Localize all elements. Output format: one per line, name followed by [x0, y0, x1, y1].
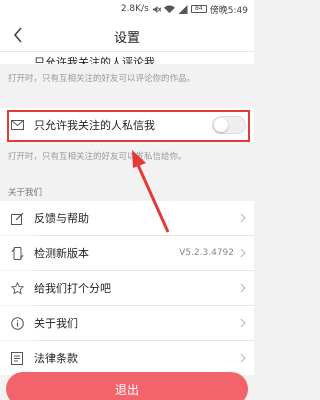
- refresh-phone-icon: [10, 246, 24, 260]
- menu-item-about-us[interactable]: 关于我们: [0, 306, 254, 340]
- status-bar: 2.8K/s 84 傍晚5:49: [0, 0, 254, 18]
- dm-permission-toggle[interactable]: [212, 116, 246, 134]
- chevron-right-icon: [240, 283, 246, 293]
- toggle-knob: [214, 118, 228, 132]
- info-icon: [10, 316, 24, 330]
- document-icon: [10, 351, 24, 365]
- menu-item-check-version[interactable]: 检测新版本 V5.2.3.4792: [0, 236, 254, 270]
- menu-item-label: 关于我们: [34, 317, 78, 330]
- version-value: V5.2.3.4792: [179, 248, 234, 258]
- star-icon: [10, 281, 24, 295]
- chevron-right-icon: [240, 248, 246, 258]
- network-speed: 2.8K/s: [120, 4, 149, 14]
- wifi-icon: [163, 4, 175, 14]
- chevron-right-icon: [240, 213, 246, 223]
- dm-permission-row[interactable]: 只允许我关注的人私信我: [0, 108, 254, 142]
- edit-icon: [10, 211, 24, 225]
- dm-permission-label: 只允许我关注的人私信我: [34, 119, 155, 132]
- menu-item-label: 法律条款: [34, 352, 78, 365]
- logout-button[interactable]: 退出: [6, 372, 248, 400]
- menu-item-label: 给我们打个分吧: [34, 282, 111, 295]
- nav-bar: 设置: [0, 18, 254, 52]
- comment-permission-row[interactable]: 只允许我关注的人评论我: [0, 52, 254, 64]
- menu-item-rate-us[interactable]: 给我们打个分吧: [0, 271, 254, 305]
- menu-item-feedback[interactable]: 反馈与帮助: [0, 201, 254, 235]
- comment-permission-label: 只允许我关注的人评论我: [34, 56, 155, 64]
- signal-icon: [178, 4, 188, 14]
- dm-permission-hint: 打开时，只有互相关注的好友可以发私信给你。: [8, 152, 187, 162]
- menu-item-label: 反馈与帮助: [34, 212, 89, 225]
- comment-permission-hint: 打开时，只有互相关注的好友可以评论你的作品。: [8, 74, 196, 84]
- battery-icon: 84: [190, 5, 207, 13]
- chevron-right-icon: [240, 353, 246, 363]
- mail-icon: [10, 118, 24, 132]
- mute-icon: [152, 5, 161, 14]
- section-title-about: 关于我们: [8, 188, 43, 198]
- page-title: 设置: [113, 31, 140, 46]
- menu-item-label: 检测新版本: [34, 247, 89, 260]
- menu-item-legal[interactable]: 法律条款: [0, 341, 254, 375]
- chevron-right-icon: [240, 318, 246, 328]
- clock: 傍晚5:49: [209, 5, 248, 16]
